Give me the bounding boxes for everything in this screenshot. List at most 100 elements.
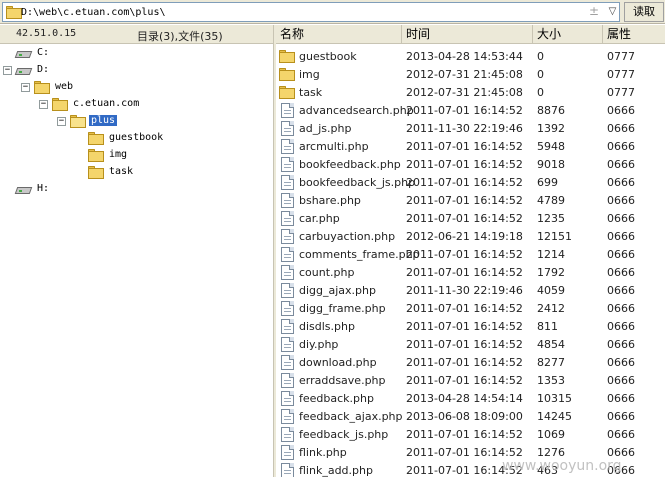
file-row[interactable]: digg_frame.php 2011-07-01 16:14:52 2412 066…: [276, 299, 665, 317]
file-attr: 0666: [607, 122, 635, 135]
file-name: count.php: [299, 266, 355, 279]
folder-icon: [88, 149, 104, 162]
file-time: 2011-07-01 16:14:52: [406, 194, 523, 207]
file-size: 699: [537, 176, 558, 189]
file-size: 0: [537, 50, 544, 63]
file-row[interactable]: erraddsave.php 2011-07-01 16:14:52 1353 066…: [276, 371, 665, 389]
file-attr: 0666: [607, 374, 635, 387]
file-attr: 0666: [607, 338, 635, 351]
folder-icon: [52, 98, 68, 111]
file-row[interactable]: img 2012-07-31 21:45:08 0 0777: [276, 65, 665, 83]
column-name[interactable]: 名称: [276, 25, 402, 44]
file-attr: 0666: [607, 140, 635, 153]
tree-node[interactable]: − web: [0, 80, 273, 96]
tree-node[interactable]: − D:: [0, 63, 273, 79]
file-time: 2011-07-01 16:14:52: [406, 212, 523, 225]
file-name: comments_frame.php: [299, 248, 420, 261]
file-name: guestbook: [299, 50, 357, 63]
column-size[interactable]: 大小: [533, 25, 603, 44]
folder-icon: [34, 81, 50, 94]
file-size: 1392: [537, 122, 565, 135]
file-row[interactable]: feedback_ajax.php 2013-06-08 18:09:00 1424…: [276, 407, 665, 425]
tree-node[interactable]: C:: [0, 46, 273, 62]
file-name: feedback_ajax.php: [299, 410, 403, 423]
file-row[interactable]: bookfeedback.php 2011-07-01 16:14:52 9018 0…: [276, 155, 665, 173]
file-row[interactable]: feedback_js.php 2011-07-01 16:14:52 1069 06…: [276, 425, 665, 443]
file-name: task: [299, 86, 323, 99]
tree-node[interactable]: − plus: [0, 114, 273, 130]
file-time: 2012-07-31 21:45:08: [406, 68, 523, 81]
file-row[interactable]: carbuyaction.php 2012-06-21 14:19:18 12151…: [276, 227, 665, 245]
file-time: 2011-11-30 22:19:46: [406, 122, 523, 135]
file-attr: 0666: [607, 266, 635, 279]
file-size: 1235: [537, 212, 565, 225]
file-name: advancedsearch.php: [299, 104, 414, 117]
column-time[interactable]: 时间: [402, 25, 533, 44]
file-time: 2012-07-31 21:45:08: [406, 86, 523, 99]
path-field[interactable]: ± ▽: [2, 2, 620, 22]
file-row[interactable]: download.php 2011-07-01 16:14:52 8277 0666: [276, 353, 665, 371]
expand-collapse-icon[interactable]: −: [3, 66, 12, 75]
folder-icon: [88, 166, 104, 179]
file-name: feedback.php: [299, 392, 374, 405]
watermark: www.wooyun.org: [502, 458, 622, 474]
file-attr: 0666: [607, 392, 635, 405]
file-size: 811: [537, 320, 558, 333]
folder-icon: [6, 6, 22, 19]
file-name: download.php: [299, 356, 377, 369]
file-size: 1792: [537, 266, 565, 279]
column-attr[interactable]: 属性: [603, 25, 665, 44]
file-size: 1353: [537, 374, 565, 387]
tree-node[interactable]: task: [0, 165, 273, 181]
file-time: 2011-11-30 22:19:46: [406, 284, 523, 297]
file-row[interactable]: advancedsearch.php 2011-07-01 16:14:52 887…: [276, 101, 665, 119]
file-attr: 0666: [607, 248, 635, 261]
expand-collapse-icon[interactable]: −: [39, 100, 48, 109]
file-row[interactable]: car.php 2011-07-01 16:14:52 1235 0666: [276, 209, 665, 227]
file-size: 2412: [537, 302, 565, 315]
file-row[interactable]: guestbook 2013-04-28 14:53:44 0 0777: [276, 47, 665, 65]
path-input[interactable]: [21, 4, 581, 20]
tree-node[interactable]: guestbook: [0, 131, 273, 147]
file-list: guestbook 2013-04-28 14:53:44 0 0777 img 2012…: [276, 45, 665, 477]
file-name: bshare.php: [299, 194, 361, 207]
file-row[interactable]: disdls.php 2011-07-01 16:14:52 811 0666: [276, 317, 665, 335]
file-time: 2011-07-01 16:14:52: [406, 338, 523, 351]
file-attr: 0666: [607, 284, 635, 297]
file-row[interactable]: comments_frame.php 2011-07-01 16:14:52 121…: [276, 245, 665, 263]
expand-collapse-icon[interactable]: −: [57, 117, 66, 126]
chevron-down-icon[interactable]: ▽: [605, 3, 620, 21]
file-attr: 0666: [607, 158, 635, 171]
file-time: 2011-07-01 16:14:52: [406, 374, 523, 387]
file-row[interactable]: task 2012-07-31 21:45:08 0 0777: [276, 83, 665, 101]
tree-node[interactable]: − c.etuan.com: [0, 97, 273, 113]
file-time: 2011-07-01 16:14:52: [406, 428, 523, 441]
expand-collapse-icon[interactable]: −: [21, 83, 30, 92]
file-size: 9018: [537, 158, 565, 171]
file-name: flink_add.php: [299, 464, 373, 477]
tree-node[interactable]: img: [0, 148, 273, 164]
left-panel-header: 42.51.0.15 目录(3),文件(35): [0, 25, 273, 44]
file-row[interactable]: digg_ajax.php 2011-11-30 22:19:46 4059 0666: [276, 281, 665, 299]
file-name: bookfeedback_js.php: [299, 176, 416, 189]
file-row[interactable]: arcmulti.php 2011-07-01 16:14:52 5948 0666: [276, 137, 665, 155]
file-row[interactable]: ad_js.php 2011-11-30 22:19:46 1392 0666: [276, 119, 665, 137]
tree-node-label: D:: [37, 64, 50, 75]
plus-minus-icon[interactable]: ±: [589, 4, 599, 18]
file-attr: 0777: [607, 86, 635, 99]
file-row[interactable]: feedback.php 2013-04-28 14:54:14 10315 0666: [276, 389, 665, 407]
file-attr: 0666: [607, 356, 635, 369]
file-row[interactable]: bshare.php 2011-07-01 16:14:52 4789 0666: [276, 191, 665, 209]
file-name: feedback_js.php: [299, 428, 389, 441]
file-attr: 0666: [607, 428, 635, 441]
tree-node[interactable]: H:: [0, 182, 273, 198]
server-ip: 42.51.0.15: [16, 28, 77, 39]
file-row[interactable]: diy.php 2011-07-01 16:14:52 4854 0666: [276, 335, 665, 353]
file-row[interactable]: bookfeedback_js.php 2011-07-01 16:14:52 69…: [276, 173, 665, 191]
tree-node-label: C:: [37, 47, 50, 58]
read-button[interactable]: 读取: [624, 2, 664, 22]
file-attr: 0666: [607, 410, 635, 423]
file-time: 2011-07-01 16:14:52: [406, 104, 523, 117]
file-row[interactable]: count.php 2011-07-01 16:14:52 1792 0666: [276, 263, 665, 281]
folder-icon: [88, 132, 104, 145]
